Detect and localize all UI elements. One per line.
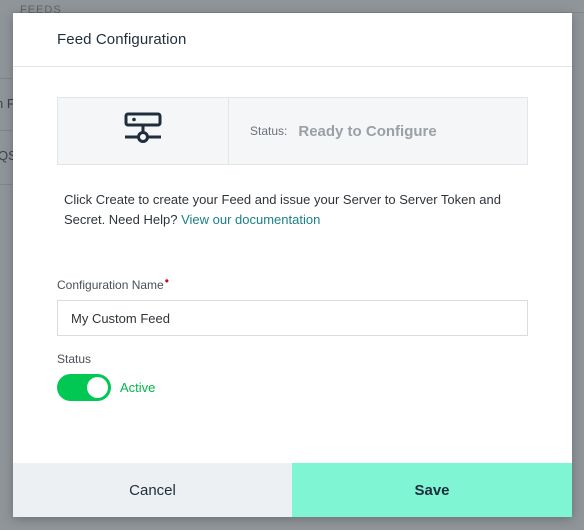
status-icon-cell	[58, 98, 229, 164]
status-field-label: Status	[57, 352, 92, 366]
status-info: Status: Ready to Configure	[229, 98, 527, 164]
toggle-knob	[87, 377, 108, 398]
configuration-name-label: Configuration Name•	[57, 274, 169, 292]
intro-text: Click Create to create your Feed and iss…	[64, 190, 524, 230]
modal-footer: Cancel Save	[13, 463, 572, 517]
modal-title: Feed Configuration	[57, 31, 187, 48]
modal-header: Feed Configuration	[13, 13, 572, 67]
server-network-icon	[124, 112, 162, 151]
status-toggle-text: Active	[120, 380, 156, 395]
status-card: Status: Ready to Configure	[57, 97, 528, 165]
background-divider	[0, 78, 12, 79]
required-indicator: •	[164, 274, 169, 288]
feed-configuration-modal: Feed Configuration Status: Ready to Conf…	[13, 13, 572, 517]
save-button[interactable]: Save	[292, 463, 572, 517]
background-divider	[0, 130, 12, 131]
background-divider	[0, 184, 12, 185]
cancel-button[interactable]: Cancel	[13, 463, 292, 517]
status-label: Status:	[250, 124, 288, 138]
status-toggle[interactable]	[57, 374, 111, 401]
configuration-name-label-text: Configuration Name	[57, 278, 164, 292]
configuration-name-input[interactable]	[57, 300, 528, 336]
status-value: Ready to Configure	[298, 122, 437, 140]
documentation-link[interactable]: View our documentation	[181, 212, 320, 227]
